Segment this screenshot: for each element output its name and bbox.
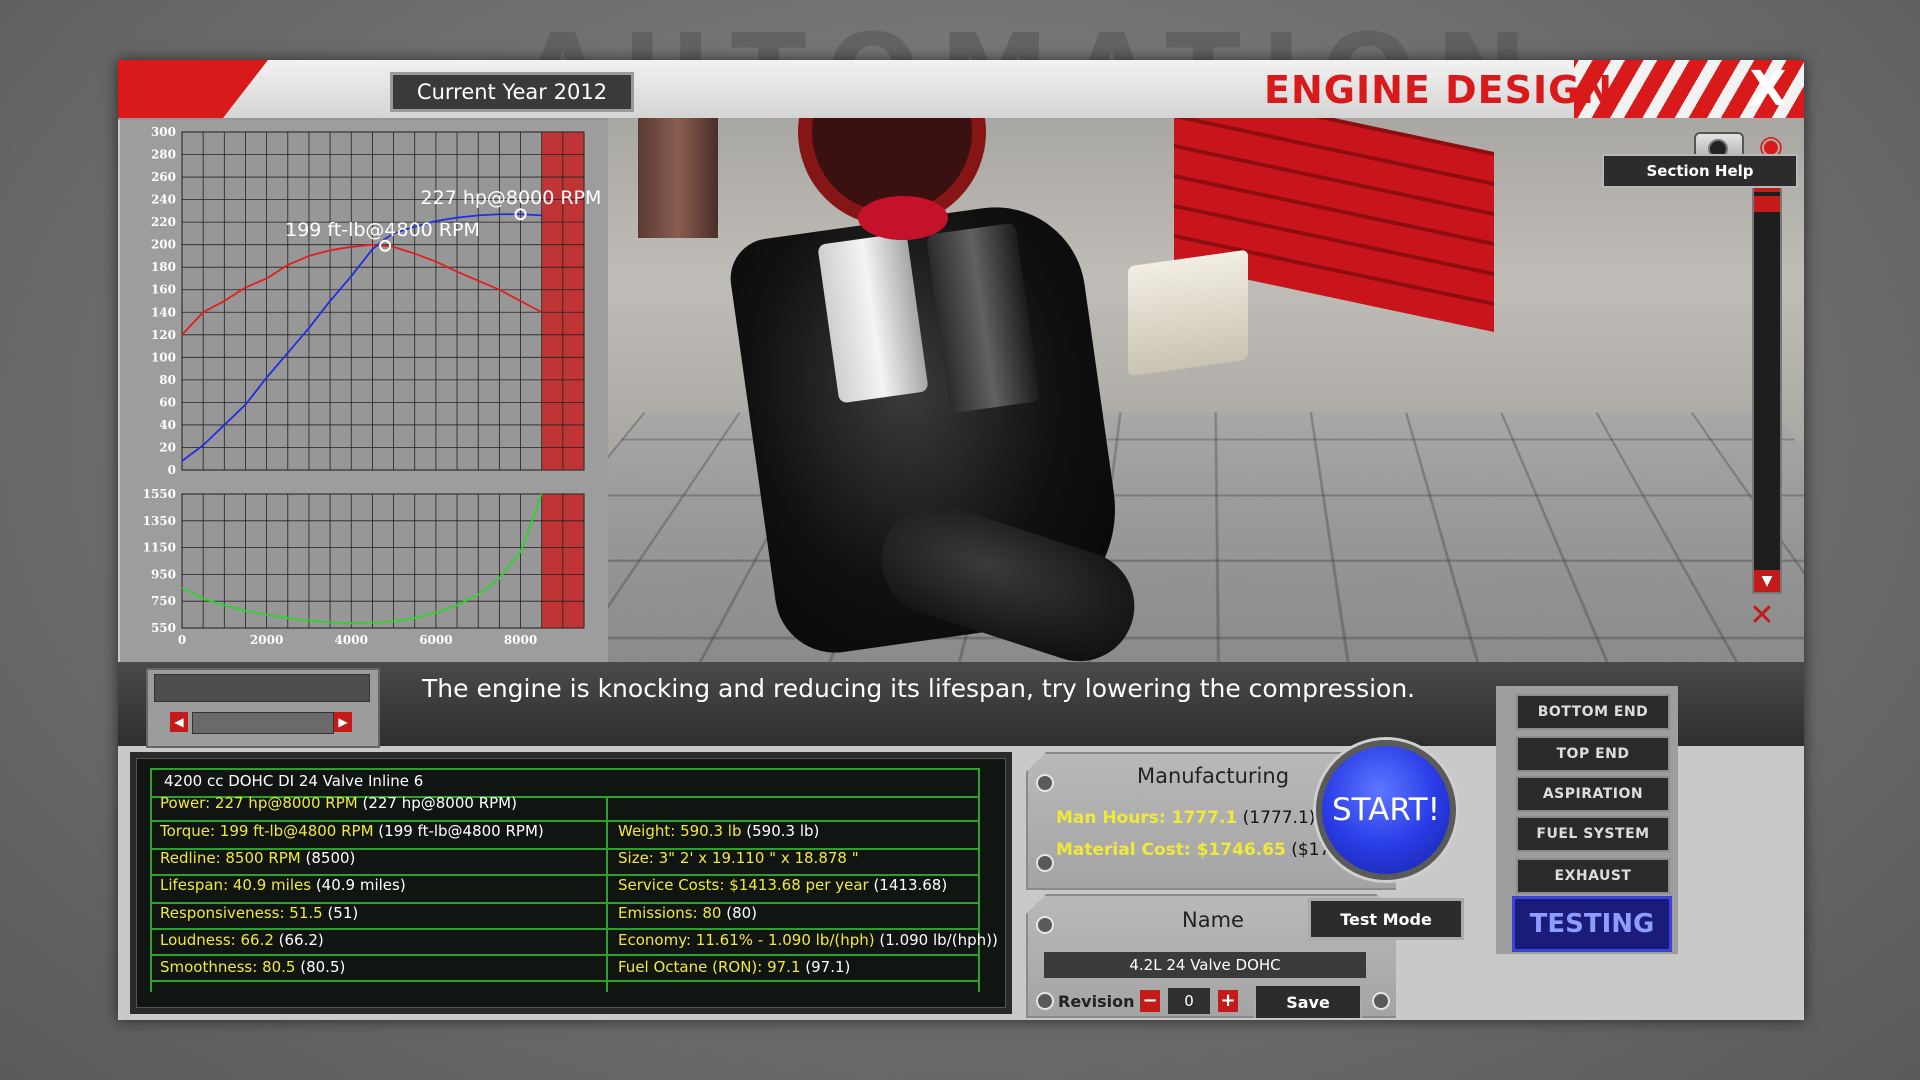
stat-right-row: Emissions: 80 (80) [618,904,758,922]
y-tick-label: 220 [151,215,176,229]
nav-aspiration[interactable]: ASPIRATION [1516,776,1670,812]
engine-oil-cap [858,196,948,240]
y-tick-label: 1150 [143,541,176,555]
chart-plot-area [181,131,585,471]
stats-grid-line [150,928,980,930]
dyno-chart: 0 20 40 60 80 100 120 140 160 180 200 220 240 260 280 3… [143,125,602,647]
revision-slider[interactable] [192,712,334,734]
man-hours: Man Hours: 1777.1 (1777.1) [1056,808,1316,828]
stat-right-row: Weight: 590.3 lb (590.3 lb) [618,822,820,840]
close-button[interactable]: X [1738,61,1798,117]
y-tick-label: 1350 [143,514,176,528]
y-tick-label: 120 [151,328,176,342]
nav-bottom-end[interactable]: BOTTOM END [1516,694,1670,730]
stats-grid-line [150,980,980,982]
section-help-button[interactable]: Section Help [1602,154,1798,188]
page-title: ENGINE DESIGN [1264,68,1614,112]
y-tick-label: 180 [151,260,176,274]
revision-browser: ◀ ▶ [146,668,380,748]
fuel-tank [1128,249,1248,377]
scroll-down-icon[interactable]: ▼ [1754,570,1780,592]
peak-annotation: 227 hp@8000 RPM [421,187,602,209]
nav-top-end[interactable]: TOP END [1516,736,1670,772]
y-tick-label: 1550 [143,487,176,501]
y-tick-label: 750 [151,594,176,608]
stat-left-row: Smoothness: 80.5 (80.5) [160,958,346,976]
x-tick-label: 2000 [250,633,283,647]
scroll-thumb[interactable] [1754,196,1780,212]
start-button[interactable]: START! [1316,740,1456,880]
revision-prev-icon[interactable]: ◀ [170,712,188,732]
title-stripe-left [118,60,268,118]
y-tick-label: 160 [151,283,176,297]
revision-number: 0 [1168,988,1210,1014]
engine-name-field[interactable]: 4.2L 24 Valve DOHC [1044,952,1366,978]
stat-right-row: Economy: 11.61% - 1.090 lb/(hph) (1.090 … [618,931,998,949]
y-tick-label: 40 [159,418,176,432]
y-tick-label: 80 [159,373,176,387]
stat-left-row: Power: 227 hp@8000 RPM (227 hp@8000 RPM) [160,794,517,812]
stats-grid-border-left [150,768,152,992]
dyno-chart-panel: 0 20 40 60 80 100 120 140 160 180 200 220 240 260 280 3… [120,118,608,662]
y-tick-label: 280 [151,148,176,162]
stat-left-row: Responsiveness: 51.5 (51) [160,904,359,922]
engine-design-window: Current Year 2012 ENGINE DESIGN X ◉ ▲ ▼ … [118,60,1804,1020]
engine-3d-view[interactable]: ◉ ▲ ▼ ✕ [608,118,1804,662]
section-nav: BOTTOM END TOP END ASPIRATION FUEL SYSTE… [1496,686,1678,954]
revision-display [154,674,370,702]
stats-grid-border-right [978,768,980,992]
revision-plus-button[interactable]: + [1218,990,1238,1012]
bolt-icon [1036,774,1054,792]
nav-exhaust[interactable]: EXHAUST [1516,858,1670,894]
stat-right-row: Service Costs: $1413.68 per year (1413.6… [618,876,948,894]
bolt-icon [1036,992,1054,1010]
view-scrollbar[interactable]: ▲ ▼ [1752,168,1782,594]
stat-left-row: Torque: 199 ft-lb@4800 RPM (199 ft-lb@48… [160,822,544,840]
engine-stats-panel: 4200 cc DOHC DI 24 Valve Inline 6 Power:… [130,752,1012,1014]
current-year-label: Current Year 2012 [390,72,634,112]
bolt-icon [1036,916,1054,934]
reset-view-icon[interactable]: ✕ [1738,594,1786,638]
x-tick-label: 8000 [504,633,537,647]
y-tick-label: 100 [151,350,176,364]
stats-grid-line [150,954,980,956]
title-bar: Current Year 2012 ENGINE DESIGN X [118,60,1804,120]
bolt-icon [1372,992,1390,1010]
barrel [638,118,718,238]
y-tick-label: 260 [151,170,176,184]
save-button[interactable]: Save [1254,984,1362,1018]
stats-grid-line [150,768,980,770]
y-tick-label: 550 [151,621,176,635]
bolt-icon [1036,854,1054,872]
test-mode-button[interactable]: Test Mode [1308,898,1464,940]
x-tick-label: 4000 [335,633,368,647]
stats-engine-name: 4200 cc DOHC DI 24 Valve Inline 6 [164,772,424,790]
stats-grid-divider [606,796,608,992]
nav-fuel-system[interactable]: FUEL SYSTEM [1516,816,1670,852]
peak-annotation: 199 ft-lb@4800 RPM [285,219,480,241]
chart-plot-area [181,493,585,629]
y-tick-label: 60 [159,395,176,409]
revision-label: Revision [1058,992,1135,1011]
advice-message: The engine is knocking and reducing its … [422,674,1416,703]
stat-left-row: Loudness: 66.2 (66.2) [160,931,324,949]
stat-right-row: Size: 3" 2' x 19.110 " x 18.878 " [618,849,859,867]
y-tick-label: 950 [151,567,176,581]
y-tick-label: 140 [151,305,176,319]
nav-testing[interactable]: TESTING [1512,896,1672,952]
stat-left-row: Lifespan: 40.9 miles (40.9 miles) [160,876,406,894]
stat-right-row: Fuel Octane (RON): 97.1 (97.1) [618,958,851,976]
y-tick-label: 240 [151,193,176,207]
y-tick-label: 300 [151,125,176,139]
revision-next-icon[interactable]: ▶ [334,712,352,732]
revision-minus-button[interactable]: − [1140,990,1160,1012]
x-tick-label: 0 [178,633,186,647]
x-tick-label: 6000 [419,633,452,647]
y-tick-label: 0 [168,463,176,477]
stat-left-row: Redline: 8500 RPM (8500) [160,849,356,867]
y-tick-label: 200 [151,238,176,252]
y-tick-label: 20 [159,440,176,454]
